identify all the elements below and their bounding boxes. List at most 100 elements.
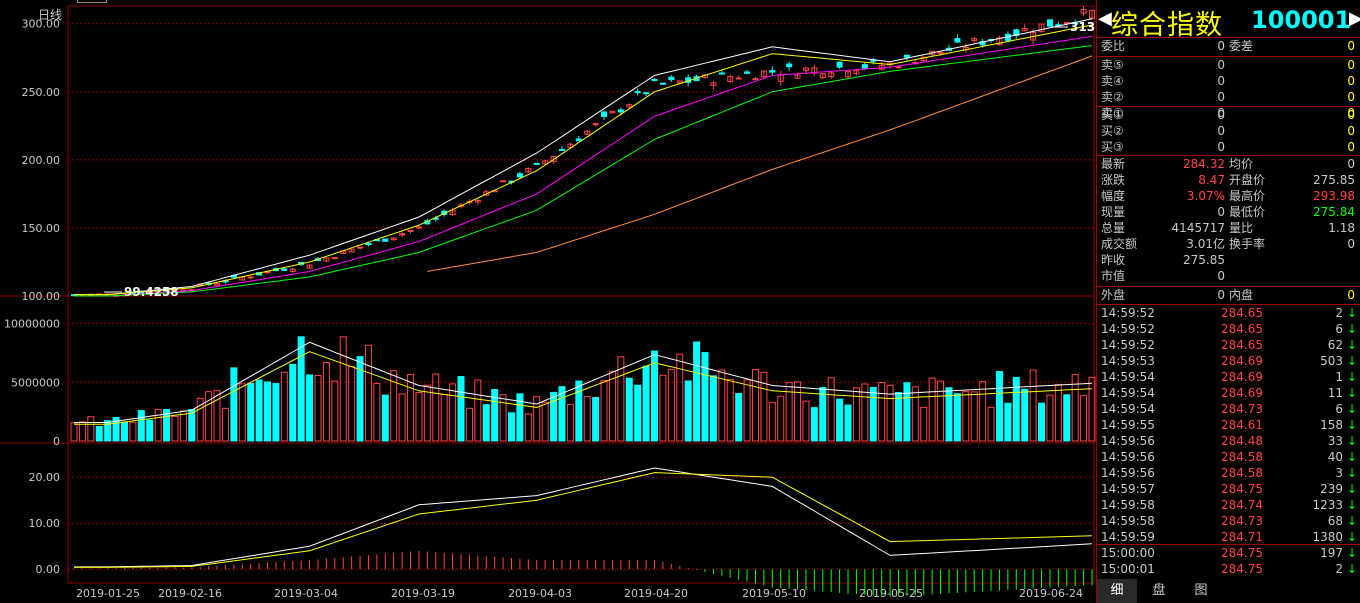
tick-time: 15:00:01 xyxy=(1101,562,1155,576)
quote-panel: ◀ 综合指数 100001 ▶ 委比0委差0卖⑤00卖④00卖②00卖①00买①… xyxy=(1096,0,1360,603)
candle-up xyxy=(500,180,507,183)
tick-price: 284.65 xyxy=(1221,306,1263,320)
volume-bar xyxy=(937,380,945,442)
kline-chart: 300.00250.00200.00150.00100.00日线10000000… xyxy=(0,5,1096,600)
volume-bar xyxy=(213,390,221,442)
tab-0[interactable]: 细 xyxy=(1097,579,1137,603)
buy-price: 0 xyxy=(1217,108,1225,122)
outer-value: 0 xyxy=(1217,288,1225,302)
volume-bar xyxy=(844,404,852,442)
volume-bar xyxy=(928,377,936,442)
down-arrow-icon: ↓ xyxy=(1346,530,1357,544)
volume-bar xyxy=(440,393,448,442)
stat-label: 总量 xyxy=(1101,221,1126,235)
volume-bar xyxy=(987,406,995,442)
stat-value: 275.85 xyxy=(1313,173,1355,187)
volume-bar xyxy=(768,402,776,442)
volume-bar xyxy=(381,394,389,442)
volume-bar xyxy=(171,415,179,442)
volume-bar xyxy=(634,384,642,442)
stat-value: 275.84 xyxy=(1313,205,1355,219)
stat-value: 0 xyxy=(1217,269,1225,283)
tick-time: 14:59:53 xyxy=(1101,354,1155,368)
volume-bar xyxy=(836,398,844,442)
date-label: 2019-01-25 xyxy=(76,587,140,600)
down-arrow-icon: ↓ xyxy=(1346,370,1357,384)
tick-volume: 1 xyxy=(1335,370,1343,384)
kline-chart-area[interactable]: 300.00 250.00 200.00 150.00 100.00 日线 10000000… xyxy=(0,0,1096,603)
price-axis-label: 250.00 xyxy=(22,86,61,99)
buy-volume: 0 xyxy=(1347,108,1355,122)
quote-row: 幅度 3.07% 最高价 293.98 xyxy=(1097,188,1360,204)
price-axis-label: 150.00 xyxy=(22,222,61,235)
quote-row: 昨收 275.85 xyxy=(1097,252,1360,268)
tick-row: 14:59:58 284.73 68 ↓ xyxy=(1097,513,1360,529)
volume-bar xyxy=(331,380,339,442)
sell-level-label: 卖④ xyxy=(1101,74,1124,88)
stat-value: 3.01亿 xyxy=(1186,237,1225,251)
volume-axis-label: 5000000 xyxy=(11,376,60,389)
tick-price: 284.75 xyxy=(1221,482,1263,496)
quote-row: 卖② 0 0 xyxy=(1097,89,1360,105)
next-stock-icon[interactable]: ▶ xyxy=(1349,8,1360,29)
tab-2[interactable]: 图 xyxy=(1181,579,1221,603)
tick-price: 284.65 xyxy=(1221,338,1263,352)
candle-up xyxy=(247,276,254,279)
prev-stock-icon[interactable]: ◀ xyxy=(1098,8,1112,29)
volume-bar xyxy=(592,397,600,442)
moving-average-line xyxy=(74,45,1093,297)
tick-row: 14:59:54 284.73 6 ↓ xyxy=(1097,401,1360,417)
volume-bar xyxy=(272,382,280,442)
volume-bar xyxy=(137,410,145,442)
volume-bar xyxy=(709,375,717,442)
price-axis-label: 200.00 xyxy=(22,154,61,167)
candle-down xyxy=(651,78,658,81)
inner-value: 0 xyxy=(1347,288,1355,302)
quote-row: 涨跌 8.47 开盘价 275.85 xyxy=(1097,172,1360,188)
volume-bar xyxy=(507,412,515,442)
stat-value: 284.32 xyxy=(1183,157,1225,171)
volume-axis-label: 0 xyxy=(53,435,60,448)
sell-volume: 0 xyxy=(1347,90,1355,104)
volume-bar xyxy=(306,374,314,442)
tick-volume: 239 xyxy=(1320,482,1343,496)
candle-down xyxy=(281,268,288,271)
volume-bar xyxy=(1063,394,1071,442)
tick-time: 14:59:56 xyxy=(1101,466,1155,480)
volume-bar xyxy=(1038,402,1046,442)
volume-bar xyxy=(314,375,322,442)
candle-down xyxy=(769,70,776,73)
tick-time: 14:59:54 xyxy=(1101,402,1155,416)
tick-row: 14:59:56 284.58 3 ↓ xyxy=(1097,465,1360,481)
tick-price: 284.73 xyxy=(1221,514,1263,528)
stat-label: 最低价 xyxy=(1229,205,1266,219)
down-arrow-icon: ↓ xyxy=(1346,322,1357,336)
stat-value: 1.18 xyxy=(1328,221,1355,235)
stat-label: 量比 xyxy=(1229,221,1254,235)
tick-row: 14:59:58 284.74 1233 ↓ xyxy=(1097,497,1360,513)
volume-bar xyxy=(415,392,423,442)
candle-down xyxy=(516,173,523,178)
candle-down xyxy=(533,162,540,165)
tick-time: 14:59:56 xyxy=(1101,450,1155,464)
low-price-marker: 99.4258 xyxy=(124,285,179,299)
volume-bar xyxy=(920,406,928,442)
volume-bar xyxy=(1029,369,1037,442)
candle-up xyxy=(357,246,364,249)
volume-bar xyxy=(810,407,818,442)
stat-label: 最高价 xyxy=(1229,189,1266,203)
date-label: 2019-02-16 xyxy=(158,587,222,600)
candle-down xyxy=(558,148,565,151)
buy-level-label: 买② xyxy=(1101,124,1124,138)
quote-header: ◀ 综合指数 100001 ▶ xyxy=(1097,0,1360,41)
tab-1[interactable]: 盘 xyxy=(1139,579,1179,603)
outer-label: 外盘 xyxy=(1101,288,1126,302)
tick-price: 284.69 xyxy=(1221,370,1263,384)
volume-bar xyxy=(659,374,667,442)
tick-volume: 11 xyxy=(1327,386,1343,400)
volume-ma-line xyxy=(74,341,1093,423)
tick-row: 14:59:52 284.65 6 ↓ xyxy=(1097,321,1360,337)
index-code: 100001 xyxy=(1251,6,1352,34)
volume-bar xyxy=(794,381,802,442)
candle-down xyxy=(659,82,666,85)
